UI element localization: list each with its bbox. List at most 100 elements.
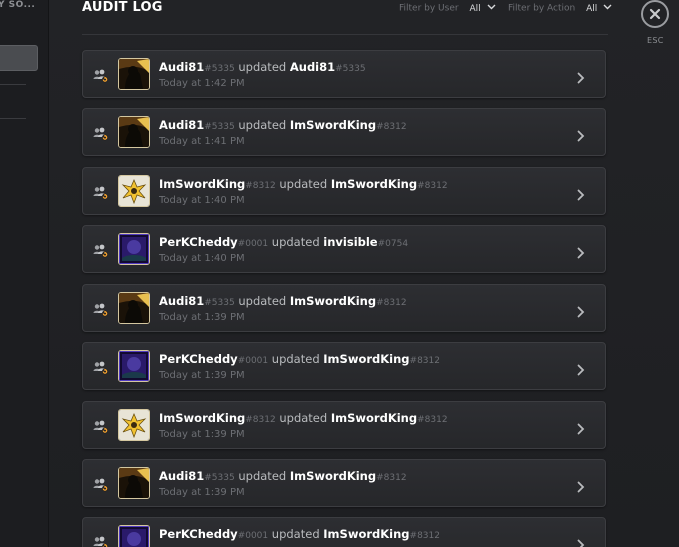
avatar xyxy=(118,409,150,441)
filter-by-user[interactable]: Filter by User All xyxy=(399,3,496,14)
entry-timestamp: Today at 1:42 PM xyxy=(159,78,245,89)
audit-log-app: Y SO... AUDIT LOG Filter by User All Fil… xyxy=(0,0,679,547)
members-update-icon xyxy=(93,477,109,492)
entry-summary: Audi81#5335 updated Audi81#5335 xyxy=(159,60,366,74)
target-discriminator: #8312 xyxy=(376,122,407,132)
close-button[interactable] xyxy=(641,0,669,28)
target-name[interactable]: Audi81 xyxy=(290,60,335,74)
filter-user-label: Filter by User xyxy=(399,3,459,14)
entry-timestamp: Today at 1:40 PM xyxy=(159,253,245,264)
audit-log-entry[interactable]: Audi81#5335 updated ImSwordKing#8312 Tod… xyxy=(82,459,606,507)
chevron-right-icon[interactable] xyxy=(577,478,585,493)
chevron-right-icon[interactable] xyxy=(577,69,585,84)
target-name[interactable]: ImSwordKing xyxy=(323,352,409,366)
actor-name[interactable]: Audi81 xyxy=(159,294,204,308)
target-discriminator: #0754 xyxy=(377,239,409,249)
action-verb: updated xyxy=(275,177,331,191)
entry-summary: PerKCheddy#0001 updated ImSwordKing#8312 xyxy=(159,527,440,541)
entry-summary: PerKCheddy#0001 updated invisible#0754 xyxy=(159,235,408,249)
actor-discriminator: #8312 xyxy=(245,415,276,425)
target-name[interactable]: ImSwordKing xyxy=(290,294,376,308)
audit-log-entry[interactable]: PerKCheddy#0001 updated ImSwordKing#8312… xyxy=(82,342,606,390)
action-verb: updated xyxy=(234,294,290,308)
settings-sidebar: Y SO... xyxy=(0,0,49,547)
entry-summary: PerKCheddy#0001 updated ImSwordKing#8312 xyxy=(159,352,440,366)
audit-log-entry[interactable]: PerKCheddy#0001 updated ImSwordKing#8312 xyxy=(82,517,606,547)
entry-timestamp: Today at 1:39 PM xyxy=(159,312,245,323)
action-verb: updated xyxy=(268,527,324,541)
chevron-right-icon[interactable] xyxy=(577,361,585,376)
page-title: AUDIT LOG xyxy=(82,0,163,15)
actor-name[interactable]: ImSwordKing xyxy=(159,411,245,425)
target-discriminator: #8312 xyxy=(417,415,448,425)
audit-log-entry[interactable]: Audi81#5335 updated Audi81#5335 Today at… xyxy=(82,50,606,98)
sidebar-item-selected[interactable] xyxy=(0,45,38,71)
avatar xyxy=(118,467,150,499)
sidebar-divider xyxy=(0,118,26,119)
target-name[interactable]: invisible xyxy=(323,235,377,249)
actor-name[interactable]: Audi81 xyxy=(159,469,204,483)
chevron-right-icon[interactable] xyxy=(577,536,585,547)
actor-discriminator: #5335 xyxy=(204,64,235,74)
sidebar-heading: Y SO... xyxy=(0,0,36,10)
actor-discriminator: #0001 xyxy=(237,531,269,541)
audit-log-entry[interactable]: ImSwordKing#8312 updated ImSwordKing#831… xyxy=(82,167,606,215)
actor-name[interactable]: ImSwordKing xyxy=(159,177,245,191)
entry-summary: ImSwordKing#8312 updated ImSwordKing#831… xyxy=(159,411,448,425)
target-name[interactable]: ImSwordKing xyxy=(331,411,417,425)
members-update-icon xyxy=(93,302,109,317)
members-update-icon xyxy=(93,535,109,547)
avatar xyxy=(118,525,150,547)
entry-timestamp: Today at 1:39 PM xyxy=(159,487,245,498)
target-name[interactable]: ImSwordKing xyxy=(331,177,417,191)
target-discriminator: #5335 xyxy=(335,64,366,74)
action-verb: updated xyxy=(234,60,290,74)
actor-discriminator: #0001 xyxy=(237,239,269,249)
audit-log-entry[interactable]: Audi81#5335 updated ImSwordKing#8312 Tod… xyxy=(82,284,606,332)
members-update-icon xyxy=(93,360,109,375)
entry-timestamp: Today at 1:39 PM xyxy=(159,370,245,381)
entry-summary: Audi81#5335 updated ImSwordKing#8312 xyxy=(159,294,407,308)
entry-timestamp: Today at 1:39 PM xyxy=(159,429,245,440)
avatar xyxy=(118,350,150,382)
filter-action-label: Filter by Action xyxy=(508,3,576,14)
avatar xyxy=(118,116,150,148)
chevron-right-icon[interactable] xyxy=(577,127,585,142)
entry-summary: Audi81#5335 updated ImSwordKing#8312 xyxy=(159,469,407,483)
target-discriminator: #8312 xyxy=(376,473,407,483)
filter-action-value[interactable]: All xyxy=(586,4,597,14)
action-verb: updated xyxy=(234,118,290,132)
target-name[interactable]: ImSwordKing xyxy=(290,118,376,132)
actor-discriminator: #5335 xyxy=(204,122,235,132)
actor-name[interactable]: PerKCheddy xyxy=(159,352,238,366)
filter-user-value[interactable]: All xyxy=(469,4,480,14)
target-name[interactable]: ImSwordKing xyxy=(290,469,376,483)
chevron-down-icon[interactable] xyxy=(603,3,612,13)
action-verb: updated xyxy=(275,411,331,425)
close-x-icon xyxy=(649,8,661,20)
chevron-right-icon[interactable] xyxy=(577,244,585,259)
chevron-down-icon[interactable] xyxy=(487,3,496,13)
chevron-right-icon[interactable] xyxy=(577,303,585,318)
members-update-icon xyxy=(93,185,109,200)
chevron-right-icon[interactable] xyxy=(577,420,585,435)
audit-log-entry[interactable]: Audi81#5335 updated ImSwordKing#8312 Tod… xyxy=(82,108,606,156)
actor-name[interactable]: Audi81 xyxy=(159,118,204,132)
audit-log-header: AUDIT LOG Filter by User All Filter by A… xyxy=(82,0,612,35)
sidebar-divider xyxy=(0,84,26,85)
actor-name[interactable]: PerKCheddy xyxy=(159,527,238,541)
target-name[interactable]: ImSwordKing xyxy=(323,527,409,541)
audit-log-entry[interactable]: PerKCheddy#0001 updated invisible#0754 T… xyxy=(82,225,606,273)
chevron-right-icon[interactable] xyxy=(577,186,585,201)
actor-name[interactable]: PerKCheddy xyxy=(159,235,238,249)
action-verb: updated xyxy=(268,235,324,249)
target-discriminator: #8312 xyxy=(376,298,407,308)
action-verb: updated xyxy=(268,352,324,366)
audit-log-entry[interactable]: ImSwordKing#8312 updated ImSwordKing#831… xyxy=(82,401,606,449)
filter-by-action[interactable]: Filter by Action All xyxy=(508,3,612,14)
members-update-icon xyxy=(93,68,109,83)
members-update-icon xyxy=(93,243,109,258)
avatar xyxy=(118,292,150,324)
actor-name[interactable]: Audi81 xyxy=(159,60,204,74)
actor-discriminator: #5335 xyxy=(204,473,235,483)
